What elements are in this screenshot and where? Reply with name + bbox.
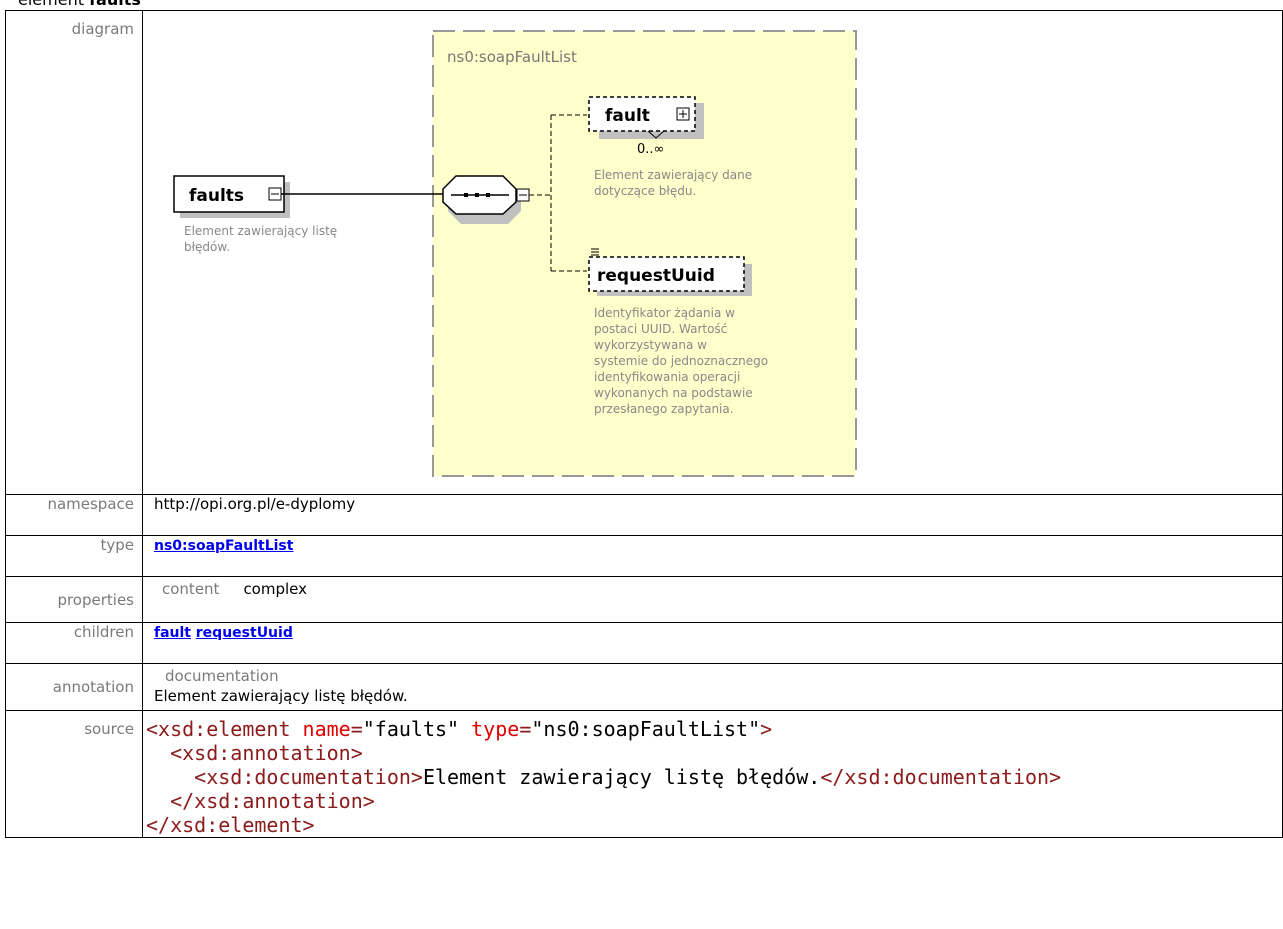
request-doc-line: przesłanego zapytania. xyxy=(594,402,734,416)
fault-doc-line1: Element zawierający dane xyxy=(594,168,752,182)
source-code: <xsd:element name="faults" type="ns0:soa… xyxy=(146,717,1062,837)
namespace-value: http://opi.org.pl/e-dyplomy xyxy=(142,494,1283,536)
properties-label: properties xyxy=(5,576,143,623)
annotation-label: annotation xyxy=(5,663,143,711)
diagram-label: diagram xyxy=(5,10,143,495)
annotation-key: documentation xyxy=(165,667,279,685)
properties-cell: content complex xyxy=(142,576,1283,623)
child-link-requestuuid[interactable]: requestUuid xyxy=(196,625,293,641)
schema-diagram: ns0:soapFaultList faults Element zawiera… xyxy=(173,30,857,477)
seq-dot xyxy=(475,193,479,197)
row-diagram: diagram ns0:soapFaultList faults Element… xyxy=(5,10,1283,495)
row-annotation: annotation documentation Element zawiera… xyxy=(5,663,1283,711)
row-source: source <xsd:element name="faults" type="… xyxy=(5,710,1283,838)
request-doc-line: Identyfikator żądania w xyxy=(594,306,735,320)
children-label: children xyxy=(5,622,143,664)
fault-doc-line2: dotyczące błędu. xyxy=(594,184,696,198)
request-doc-line: systemie do jednoznacznego xyxy=(594,354,768,368)
annotation-value: Element zawierający listę błędów. xyxy=(154,687,408,705)
annotation-cell: documentation Element zawierający listę … xyxy=(142,663,1283,711)
page-title: element faults xyxy=(18,0,141,10)
request-doc-line: identyfikowania operacji xyxy=(594,370,740,384)
child-link-fault[interactable]: fault xyxy=(154,625,191,641)
seq-dot xyxy=(486,193,490,197)
faults-doc-line2: błędów. xyxy=(184,240,230,254)
faults-element-name: faults xyxy=(189,186,244,206)
row-type: type ns0:soapFaultList xyxy=(5,535,1283,577)
request-doc-line: wykonanych na podstawie xyxy=(594,386,753,400)
row-properties: properties content complex xyxy=(5,576,1283,623)
source-cell: <xsd:element name="faults" type="ns0:soa… xyxy=(142,710,1283,838)
properties-value: complex xyxy=(243,580,308,598)
request-doc-line: postaci UUID. Wartość xyxy=(594,322,727,336)
row-children: children fault requestUuid xyxy=(5,622,1283,664)
diagram-cell: ns0:soapFaultList faults Element zawiera… xyxy=(142,10,1283,495)
type-label: type xyxy=(5,535,143,577)
source-label: source xyxy=(5,710,143,838)
fault-element-name: fault xyxy=(605,106,650,126)
seq-dot xyxy=(464,193,468,197)
children-cell: fault requestUuid xyxy=(142,622,1283,664)
complex-type-name: ns0:soapFaultList xyxy=(447,48,577,66)
fault-occurrence: 0..∞ xyxy=(637,142,664,157)
faults-doc-line1: Element zawierający listę xyxy=(184,224,337,238)
type-link[interactable]: ns0:soapFaultList xyxy=(154,538,293,554)
row-namespace: namespace http://opi.org.pl/e-dyplomy xyxy=(5,494,1283,536)
request-element-name: requestUuid xyxy=(597,266,715,286)
namespace-label: namespace xyxy=(5,494,143,536)
element-doc-table: diagram ns0:soapFaultList faults Element… xyxy=(5,10,1283,838)
properties-key: content xyxy=(162,580,220,598)
request-doc-line: wykorzystywana w xyxy=(594,338,707,352)
